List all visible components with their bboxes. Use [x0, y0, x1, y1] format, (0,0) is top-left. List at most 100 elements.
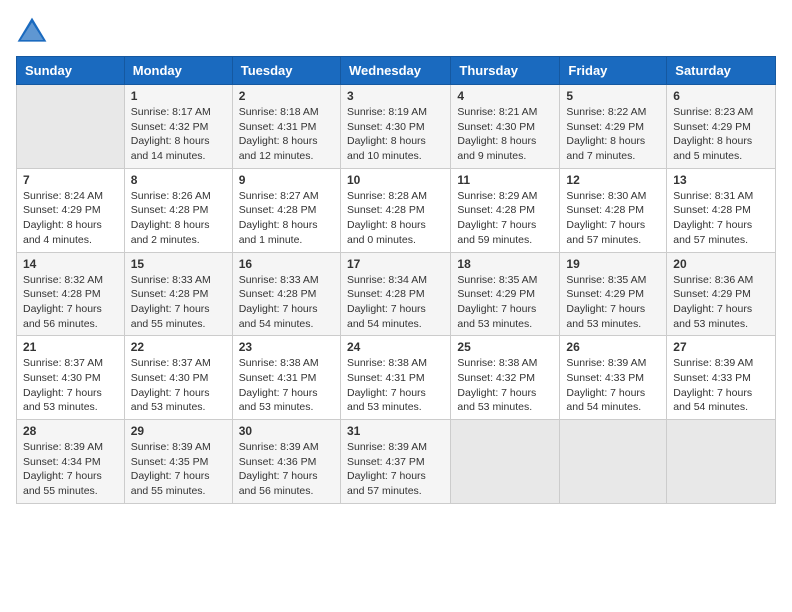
calendar-cell — [17, 85, 125, 169]
cell-content: 30Sunrise: 8:39 AMSunset: 4:36 PMDayligh… — [239, 424, 334, 499]
sunrise: Sunrise: 8:35 AM — [457, 274, 537, 286]
day-number: 29 — [131, 424, 226, 438]
sunrise: Sunrise: 8:39 AM — [239, 441, 319, 453]
calendar-cell: 19Sunrise: 8:35 AMSunset: 4:29 PMDayligh… — [560, 252, 667, 336]
sunset: Sunset: 4:32 PM — [457, 372, 535, 384]
sunset: Sunset: 4:37 PM — [347, 456, 425, 468]
sunset: Sunset: 4:28 PM — [23, 288, 101, 300]
sunrise: Sunrise: 8:33 AM — [239, 274, 319, 286]
day-number: 18 — [457, 257, 553, 271]
daylight: Daylight: 8 hours and 0 minutes. — [347, 219, 426, 246]
cell-content: 28Sunrise: 8:39 AMSunset: 4:34 PMDayligh… — [23, 424, 118, 499]
daylight: Daylight: 7 hours and 57 minutes. — [566, 219, 645, 246]
calendar-cell — [667, 420, 776, 504]
cell-content: 7Sunrise: 8:24 AMSunset: 4:29 PMDaylight… — [23, 173, 118, 248]
sunset: Sunset: 4:32 PM — [131, 121, 209, 133]
calendar-cell: 31Sunrise: 8:39 AMSunset: 4:37 PMDayligh… — [340, 420, 450, 504]
calendar-cell: 14Sunrise: 8:32 AMSunset: 4:28 PMDayligh… — [17, 252, 125, 336]
sunrise: Sunrise: 8:31 AM — [673, 190, 753, 202]
daylight: Daylight: 7 hours and 56 minutes. — [23, 303, 102, 330]
sunrise: Sunrise: 8:39 AM — [23, 441, 103, 453]
cell-content: 2Sunrise: 8:18 AMSunset: 4:31 PMDaylight… — [239, 89, 334, 164]
sunrise: Sunrise: 8:36 AM — [673, 274, 753, 286]
header-sunday: Sunday — [17, 57, 125, 85]
sunset: Sunset: 4:29 PM — [673, 121, 751, 133]
calendar-cell — [560, 420, 667, 504]
calendar-cell: 16Sunrise: 8:33 AMSunset: 4:28 PMDayligh… — [232, 252, 340, 336]
week-row-2: 7Sunrise: 8:24 AMSunset: 4:29 PMDaylight… — [17, 168, 776, 252]
day-number: 14 — [23, 257, 118, 271]
cell-content: 14Sunrise: 8:32 AMSunset: 4:28 PMDayligh… — [23, 257, 118, 332]
calendar-cell: 10Sunrise: 8:28 AMSunset: 4:28 PMDayligh… — [340, 168, 450, 252]
header-wednesday: Wednesday — [340, 57, 450, 85]
cell-content: 29Sunrise: 8:39 AMSunset: 4:35 PMDayligh… — [131, 424, 226, 499]
cell-content: 11Sunrise: 8:29 AMSunset: 4:28 PMDayligh… — [457, 173, 553, 248]
daylight: Daylight: 7 hours and 55 minutes. — [131, 470, 210, 497]
daylight: Daylight: 7 hours and 53 minutes. — [457, 387, 536, 414]
calendar-cell: 29Sunrise: 8:39 AMSunset: 4:35 PMDayligh… — [124, 420, 232, 504]
daylight: Daylight: 8 hours and 10 minutes. — [347, 135, 426, 162]
sunset: Sunset: 4:28 PM — [239, 204, 317, 216]
daylight: Daylight: 8 hours and 1 minute. — [239, 219, 318, 246]
sunset: Sunset: 4:31 PM — [239, 121, 317, 133]
cell-content: 23Sunrise: 8:38 AMSunset: 4:31 PMDayligh… — [239, 340, 334, 415]
daylight: Daylight: 7 hours and 55 minutes. — [23, 470, 102, 497]
calendar-table: SundayMondayTuesdayWednesdayThursdayFrid… — [16, 56, 776, 504]
calendar-cell: 17Sunrise: 8:34 AMSunset: 4:28 PMDayligh… — [340, 252, 450, 336]
sunset: Sunset: 4:29 PM — [457, 288, 535, 300]
sunrise: Sunrise: 8:38 AM — [239, 357, 319, 369]
day-number: 10 — [347, 173, 444, 187]
sunset: Sunset: 4:36 PM — [239, 456, 317, 468]
day-number: 2 — [239, 89, 334, 103]
calendar-cell: 27Sunrise: 8:39 AMSunset: 4:33 PMDayligh… — [667, 336, 776, 420]
calendar-cell: 2Sunrise: 8:18 AMSunset: 4:31 PMDaylight… — [232, 85, 340, 169]
day-number: 22 — [131, 340, 226, 354]
cell-content: 22Sunrise: 8:37 AMSunset: 4:30 PMDayligh… — [131, 340, 226, 415]
sunset: Sunset: 4:29 PM — [566, 121, 644, 133]
header-friday: Friday — [560, 57, 667, 85]
calendar-cell: 30Sunrise: 8:39 AMSunset: 4:36 PMDayligh… — [232, 420, 340, 504]
sunrise: Sunrise: 8:18 AM — [239, 106, 319, 118]
cell-content: 24Sunrise: 8:38 AMSunset: 4:31 PMDayligh… — [347, 340, 444, 415]
calendar-cell: 23Sunrise: 8:38 AMSunset: 4:31 PMDayligh… — [232, 336, 340, 420]
day-number: 4 — [457, 89, 553, 103]
day-number: 24 — [347, 340, 444, 354]
sunset: Sunset: 4:29 PM — [23, 204, 101, 216]
cell-content: 5Sunrise: 8:22 AMSunset: 4:29 PMDaylight… — [566, 89, 660, 164]
day-number: 3 — [347, 89, 444, 103]
sunrise: Sunrise: 8:17 AM — [131, 106, 211, 118]
header-tuesday: Tuesday — [232, 57, 340, 85]
sunrise: Sunrise: 8:29 AM — [457, 190, 537, 202]
sunset: Sunset: 4:28 PM — [131, 204, 209, 216]
daylight: Daylight: 7 hours and 56 minutes. — [239, 470, 318, 497]
sunset: Sunset: 4:28 PM — [347, 288, 425, 300]
cell-content: 3Sunrise: 8:19 AMSunset: 4:30 PMDaylight… — [347, 89, 444, 164]
daylight: Daylight: 8 hours and 9 minutes. — [457, 135, 536, 162]
week-row-3: 14Sunrise: 8:32 AMSunset: 4:28 PMDayligh… — [17, 252, 776, 336]
daylight: Daylight: 7 hours and 53 minutes. — [23, 387, 102, 414]
cell-content: 15Sunrise: 8:33 AMSunset: 4:28 PMDayligh… — [131, 257, 226, 332]
calendar-cell: 25Sunrise: 8:38 AMSunset: 4:32 PMDayligh… — [451, 336, 560, 420]
daylight: Daylight: 7 hours and 53 minutes. — [239, 387, 318, 414]
daylight: Daylight: 7 hours and 53 minutes. — [347, 387, 426, 414]
daylight: Daylight: 8 hours and 7 minutes. — [566, 135, 645, 162]
cell-content: 8Sunrise: 8:26 AMSunset: 4:28 PMDaylight… — [131, 173, 226, 248]
sunrise: Sunrise: 8:22 AM — [566, 106, 646, 118]
sunset: Sunset: 4:28 PM — [239, 288, 317, 300]
day-number: 21 — [23, 340, 118, 354]
sunrise: Sunrise: 8:37 AM — [23, 357, 103, 369]
sunrise: Sunrise: 8:26 AM — [131, 190, 211, 202]
calendar-cell: 3Sunrise: 8:19 AMSunset: 4:30 PMDaylight… — [340, 85, 450, 169]
day-number: 13 — [673, 173, 769, 187]
cell-content: 20Sunrise: 8:36 AMSunset: 4:29 PMDayligh… — [673, 257, 769, 332]
daylight: Daylight: 7 hours and 53 minutes. — [457, 303, 536, 330]
daylight: Daylight: 7 hours and 54 minutes. — [347, 303, 426, 330]
cell-content: 25Sunrise: 8:38 AMSunset: 4:32 PMDayligh… — [457, 340, 553, 415]
header-thursday: Thursday — [451, 57, 560, 85]
daylight: Daylight: 7 hours and 53 minutes. — [131, 387, 210, 414]
calendar-cell: 12Sunrise: 8:30 AMSunset: 4:28 PMDayligh… — [560, 168, 667, 252]
logo-icon — [16, 16, 48, 48]
sunrise: Sunrise: 8:38 AM — [457, 357, 537, 369]
daylight: Daylight: 8 hours and 14 minutes. — [131, 135, 210, 162]
calendar-cell: 21Sunrise: 8:37 AMSunset: 4:30 PMDayligh… — [17, 336, 125, 420]
